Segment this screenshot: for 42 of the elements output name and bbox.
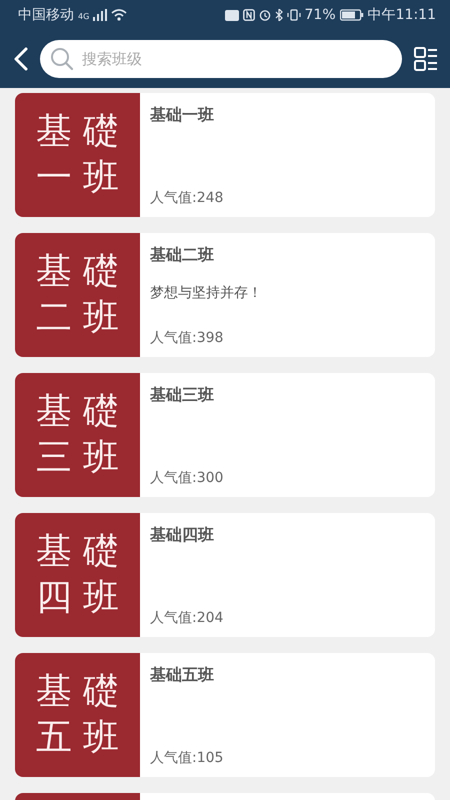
cover-title: 基 礎	[36, 392, 120, 432]
cover-title: 基 礎	[36, 672, 120, 712]
popularity-count: 人气值:105	[150, 749, 224, 767]
cover-title: 一 班	[36, 158, 120, 198]
battery-icon	[340, 9, 364, 21]
list-view-icon	[414, 47, 438, 71]
battery-percent: 71%	[304, 7, 336, 23]
search-field[interactable]: 搜索班级	[40, 40, 402, 78]
popularity-count: 人气值:398	[150, 329, 224, 347]
cover-title: 四 班	[36, 578, 120, 618]
signal-icon	[93, 9, 108, 21]
view-toggle-button[interactable]	[414, 47, 438, 71]
bluetooth-icon	[274, 9, 283, 21]
clock-time: 中午11:11	[368, 6, 436, 24]
network-type: 4G	[78, 12, 90, 21]
cover-title: 三 班	[36, 438, 120, 478]
class-motto: 梦想与坚持并存！	[150, 284, 263, 302]
vibrate-icon	[286, 9, 301, 21]
class-name: 基础三班	[150, 385, 215, 406]
nfc-icon	[242, 9, 255, 21]
popularity-count: 人气值:204	[150, 609, 224, 627]
cover-title: 基 礎	[36, 112, 120, 152]
cover-title: 基 礎	[36, 532, 120, 572]
class-card[interactable]: 基 礎 一 班 基础一班 人气值:248	[15, 93, 435, 217]
class-name: 基础一班	[150, 105, 215, 126]
class-name: 基础五班	[150, 665, 215, 686]
class-name: 基础四班	[150, 525, 215, 546]
alarm-icon	[258, 9, 271, 21]
popularity-count: 人气值:300	[150, 469, 224, 487]
class-card[interactable]: 基 礎 五 班 基础五班 人气值:105	[15, 653, 435, 777]
class-card[interactable]: 基 礎 四 班 基础四班 人气值:204	[15, 513, 435, 637]
back-button[interactable]	[14, 47, 28, 71]
cover-title: 五 班	[36, 718, 120, 758]
class-card[interactable]: 基 礎 三 班 基础三班 人气值:300	[15, 373, 435, 497]
cover-title: 基 礎	[36, 252, 120, 292]
class-card[interactable]: 基 礎 二 班 基础二班 梦想与坚持并存！ 人气值:398	[15, 233, 435, 357]
wifi-icon	[111, 9, 128, 21]
search-icon	[50, 47, 74, 71]
carrier-name: 中国移动	[18, 6, 74, 24]
popularity-count: 人气值:248	[150, 189, 224, 207]
cover-title: 二 班	[36, 298, 120, 338]
class-name: 基础二班	[150, 245, 215, 266]
